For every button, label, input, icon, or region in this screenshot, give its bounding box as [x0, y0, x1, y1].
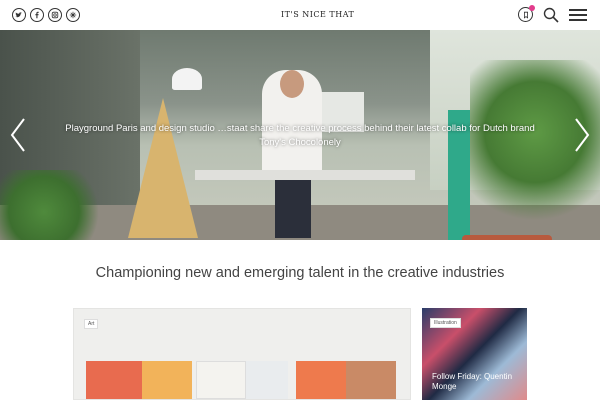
instagram-icon[interactable] — [48, 8, 62, 22]
card-image-block — [196, 361, 246, 399]
hero-photo-plant-left — [0, 170, 110, 240]
hero-photo-desk — [195, 170, 415, 180]
twitter-icon[interactable] — [12, 8, 26, 22]
article-title[interactable]: Follow Friday: Quentin Monge — [432, 372, 522, 392]
facebook-icon[interactable] — [30, 8, 44, 22]
hamburger-menu-icon[interactable] — [569, 9, 587, 21]
article-card-illustration[interactable]: Illustration Follow Friday: Quentin Mong… — [422, 308, 527, 400]
pinterest-icon[interactable] — [66, 8, 80, 22]
search-icon[interactable] — [543, 7, 559, 23]
card-image-block — [296, 361, 346, 399]
card-image-block — [86, 361, 142, 399]
card-image-block — [142, 361, 192, 399]
notification-dot — [529, 5, 535, 11]
card-image-block — [346, 361, 396, 399]
card-image-block — [246, 361, 288, 399]
site-logo[interactable]: IT'S NICE THAT — [281, 10, 354, 19]
previous-arrow-icon[interactable] — [10, 118, 26, 152]
site-tagline: Championing new and emerging talent in t… — [95, 265, 505, 281]
hero-caption-line1: Playground Paris and design studio …staa… — [65, 123, 535, 134]
category-tag[interactable]: Illustration — [430, 318, 461, 328]
hero-caption-line2: Tony's Chocolonely — [259, 137, 341, 148]
next-arrow-icon[interactable] — [574, 118, 590, 152]
hero-caption[interactable]: Playground Paris and design studio …staa… — [30, 122, 570, 150]
hero-banner[interactable]: Playground Paris and design studio …staa… — [0, 30, 600, 240]
bookmark-icon[interactable] — [518, 5, 535, 22]
article-card-art[interactable]: Art — [73, 308, 411, 400]
category-tag[interactable]: Art — [84, 319, 99, 329]
hero-photo-legs — [275, 180, 311, 238]
site-header: IT'S NICE THAT — [0, 0, 600, 30]
hero-photo-lamp — [172, 68, 202, 90]
hero-photo-head — [280, 70, 304, 98]
hero-photo-pot — [462, 235, 552, 240]
